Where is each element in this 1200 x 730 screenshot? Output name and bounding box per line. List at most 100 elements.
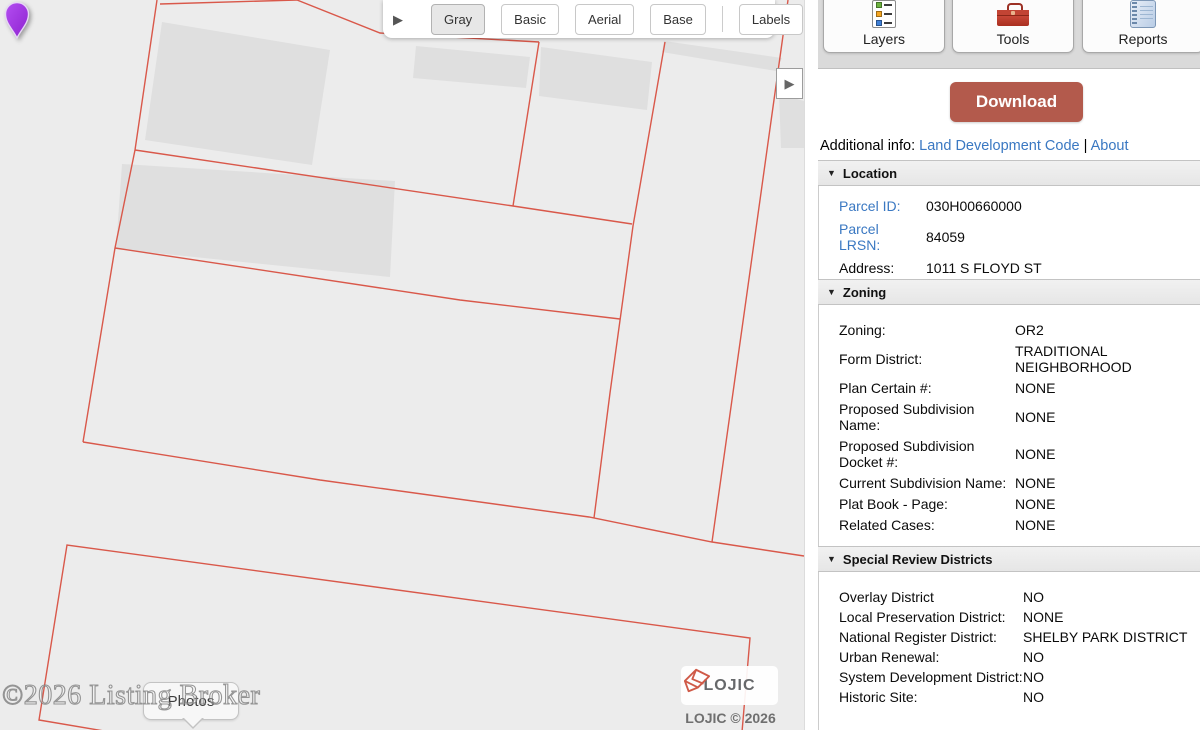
detail-row: National Register District: SHELBY PARK … xyxy=(839,629,1200,645)
section-header-zoning[interactable]: ▼ Zoning xyxy=(818,279,1200,305)
row-label: Address: xyxy=(839,260,926,276)
about-link[interactable]: About xyxy=(1091,138,1129,154)
link-separator: | xyxy=(1080,138,1091,154)
basemap-button[interactable]: Base xyxy=(650,4,706,35)
row-value: TRADITIONAL NEIGHBORHOOD xyxy=(1015,343,1200,375)
map-marker[interactable] xyxy=(0,0,36,44)
detail-row: Current Subdivision Name: NONE xyxy=(839,475,1200,491)
section-header-special-review-districts[interactable]: ▼ Special Review Districts xyxy=(818,546,1200,572)
toolbox-icon xyxy=(997,0,1029,28)
row-value: NO xyxy=(1023,669,1200,685)
row-label: Plan Certain #: xyxy=(839,380,1015,396)
reports-label: Reports xyxy=(1118,31,1167,47)
detail-row: Address: 1011 S FLOYD ST xyxy=(839,260,1200,276)
detail-row: Parcel ID: 030H00660000 xyxy=(839,198,1200,214)
detail-row: Proposed Subdivision Name: NONE xyxy=(839,401,1200,433)
collapse-arrow-icon: ▼ xyxy=(827,554,836,564)
row-label: National Register District: xyxy=(839,629,1023,645)
row-value: NO xyxy=(1023,689,1200,705)
detail-row: Overlay District NO xyxy=(839,589,1200,605)
detail-row: System Development District: NO xyxy=(839,669,1200,685)
detail-row: Form District: TRADITIONAL NEIGHBORHOOD xyxy=(839,343,1200,375)
parcel-map-canvas xyxy=(0,0,804,730)
notebook-icon xyxy=(1130,0,1156,28)
panel-toolbar-strip: Layers Tools Reports xyxy=(818,0,1200,69)
row-label: Current Subdivision Name: xyxy=(839,475,1015,491)
row-label: Proposed Subdivision Name: xyxy=(839,401,1015,433)
row-value: 84059 xyxy=(926,229,1200,245)
building-footprints xyxy=(116,22,804,277)
tools-label: Tools xyxy=(997,31,1030,47)
row-value: NONE xyxy=(1023,609,1200,625)
row-value: OR2 xyxy=(1015,322,1200,338)
row-label: Overlay District xyxy=(839,589,1023,605)
parcel-map[interactable]: ▶ Gray Basic Aerial Base Labels ▶ Photos… xyxy=(0,0,805,730)
lojic-logo: LOJIC xyxy=(681,666,778,705)
row-label: Related Cases: xyxy=(839,517,1015,533)
row-label: Proposed Subdivision Docket #: xyxy=(839,438,1015,470)
row-label: Urban Renewal: xyxy=(839,649,1023,665)
detail-row: Plan Certain #: NONE xyxy=(839,380,1200,396)
row-value: NONE xyxy=(1015,409,1200,425)
basemap-buttons: Gray Basic Aerial Base Labels xyxy=(431,4,803,35)
row-value: 1011 S FLOYD ST xyxy=(926,260,1200,276)
detail-row: Zoning: OR2 xyxy=(839,322,1200,338)
section-title: Zoning xyxy=(843,285,886,300)
row-label: Historic Site: xyxy=(839,689,1023,705)
tools-card[interactable]: Tools xyxy=(952,0,1074,53)
detail-row: Parcel LRSN: 84059 xyxy=(839,221,1200,253)
row-label: Zoning: xyxy=(839,322,1015,338)
info-panel: Layers Tools Reports Download Additional… xyxy=(818,0,1200,730)
row-value: NONE xyxy=(1015,446,1200,462)
map-pin-icon xyxy=(6,3,29,39)
row-label: Plat Book - Page: xyxy=(839,496,1015,512)
toolbar-divider xyxy=(722,6,723,32)
basemap-button[interactable]: Aerial xyxy=(575,4,634,35)
row-value: NO xyxy=(1023,589,1200,605)
zoning-rows: Zoning: OR2 Form District: TRADITIONAL N… xyxy=(818,305,1200,546)
section-title: Location xyxy=(843,166,897,181)
basemap-toolbar: ▶ Gray Basic Aerial Base Labels xyxy=(383,0,775,38)
lojic-gem-icon xyxy=(681,666,713,694)
collapse-arrow-icon: ▼ xyxy=(827,287,836,297)
layers-label: Layers xyxy=(863,31,905,47)
row-value: SHELBY PARK DISTRICT xyxy=(1023,629,1200,645)
collapse-arrow-icon: ▼ xyxy=(827,168,836,178)
row-label[interactable]: Parcel LRSN: xyxy=(839,221,926,253)
photos-callout[interactable]: Photos xyxy=(143,682,239,720)
section-title: Special Review Districts xyxy=(843,552,993,567)
basemap-button[interactable]: Gray xyxy=(431,4,485,35)
row-value: NONE xyxy=(1015,475,1200,491)
detail-row: Plat Book - Page: NONE xyxy=(839,496,1200,512)
section-header-location[interactable]: ▼ Location xyxy=(818,160,1200,186)
row-value: NO xyxy=(1023,649,1200,665)
reports-card[interactable]: Reports xyxy=(1082,0,1200,53)
row-label: Form District: xyxy=(839,351,1015,367)
layers-icon xyxy=(872,0,896,28)
toolbar-collapse-icon[interactable]: ▶ xyxy=(393,13,403,26)
basemap-button[interactable]: Basic xyxy=(501,4,559,35)
basemap-button[interactable]: Labels xyxy=(739,4,803,35)
detail-row: Proposed Subdivision Docket #: NONE xyxy=(839,438,1200,470)
chevron-right-icon: ▶ xyxy=(785,76,795,92)
detail-row: Local Preservation District: NONE xyxy=(839,609,1200,625)
row-value: 030H00660000 xyxy=(926,198,1200,214)
map-expand-button[interactable]: ▶ xyxy=(776,68,803,99)
additional-info: Additional info: Land Development Code |… xyxy=(820,138,1129,154)
photos-label: Photos xyxy=(168,693,215,710)
row-label: System Development District: xyxy=(839,669,1023,685)
detail-row: Related Cases: NONE xyxy=(839,517,1200,533)
location-rows: Parcel ID: 030H00660000 Parcel LRSN: 840… xyxy=(818,186,1200,279)
row-value: NONE xyxy=(1015,380,1200,396)
row-label: Local Preservation District: xyxy=(839,609,1023,625)
special-review-rows: Overlay District NO Local Preservation D… xyxy=(818,572,1200,730)
detail-row: Urban Renewal: NO xyxy=(839,649,1200,665)
row-label[interactable]: Parcel ID: xyxy=(839,198,926,214)
land-development-code-link[interactable]: Land Development Code xyxy=(919,138,1079,154)
additional-info-prefix: Additional info: xyxy=(820,138,919,154)
lojic-copyright: LOJIC © 2026 xyxy=(683,710,778,726)
row-value: NONE xyxy=(1015,517,1200,533)
layers-card[interactable]: Layers xyxy=(823,0,945,53)
row-value: NONE xyxy=(1015,496,1200,512)
download-button[interactable]: Download xyxy=(950,82,1083,122)
